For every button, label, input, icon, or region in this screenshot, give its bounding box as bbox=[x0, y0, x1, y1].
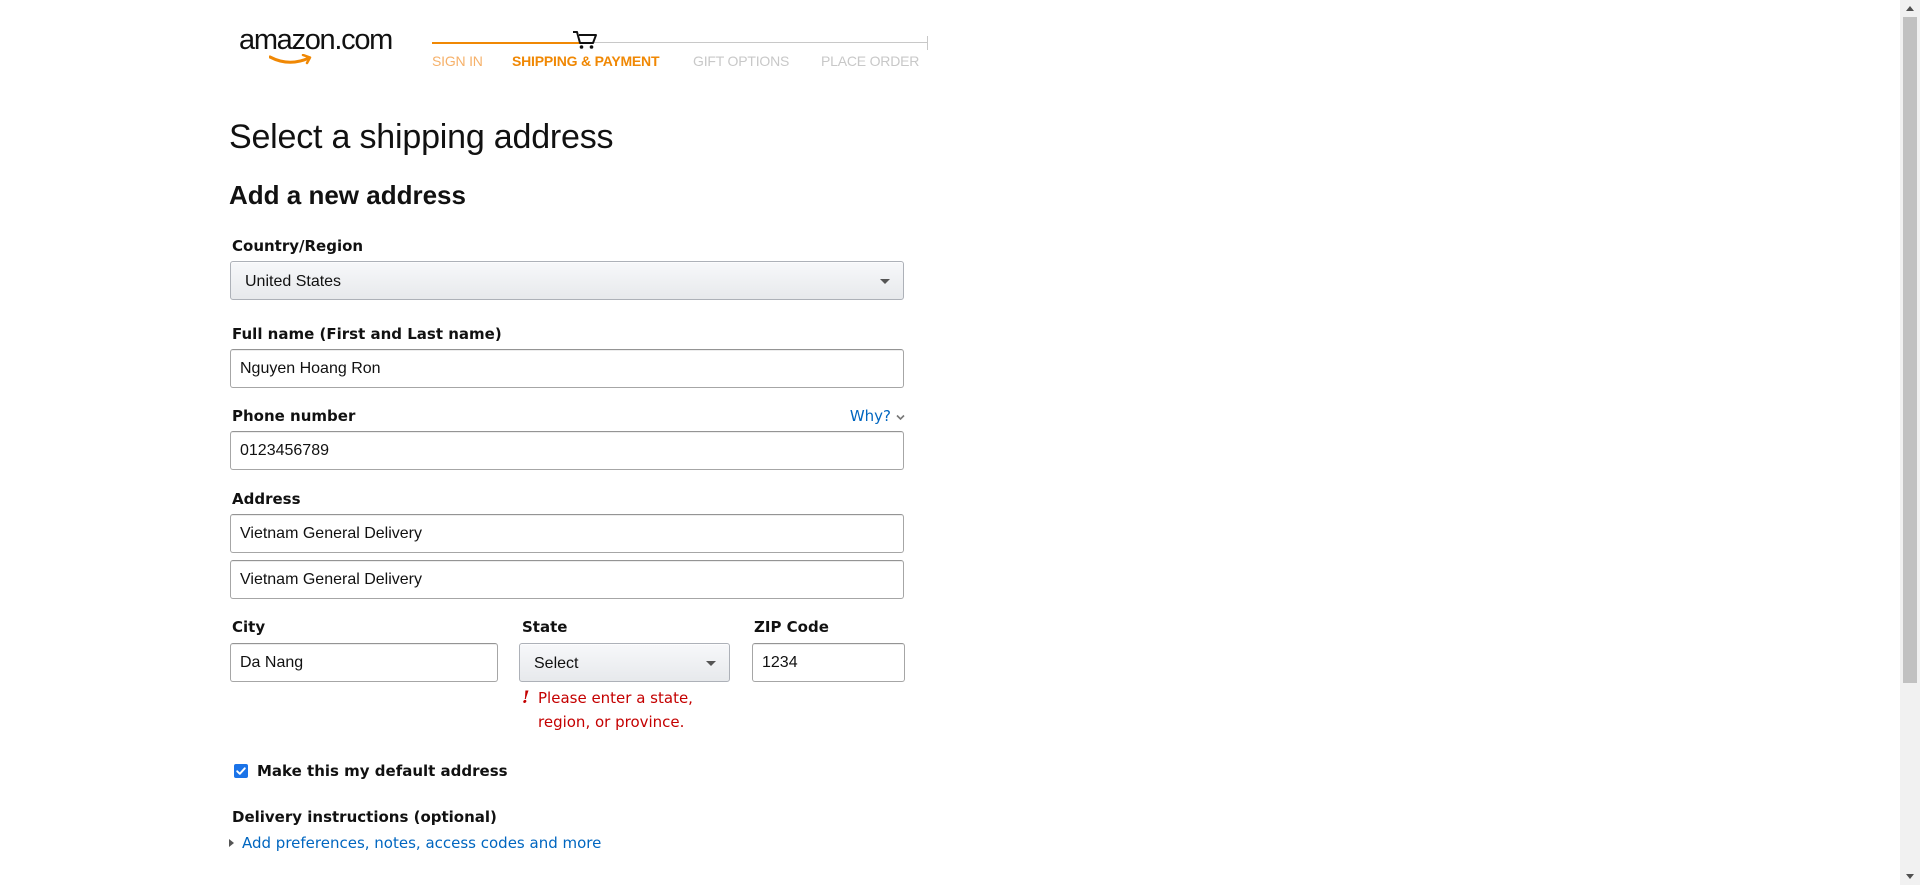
city-input[interactable] bbox=[230, 643, 498, 682]
country-label: Country/Region bbox=[232, 237, 364, 255]
scrollbar-thumb[interactable] bbox=[1903, 17, 1917, 683]
step-gift-options: GIFT OPTIONS bbox=[693, 53, 790, 69]
address-line1-input[interactable] bbox=[230, 514, 904, 553]
dropdown-caret-icon bbox=[880, 279, 890, 284]
address-line2-input[interactable] bbox=[230, 560, 904, 599]
checkmark-icon bbox=[236, 767, 246, 775]
progress-track-todo bbox=[582, 42, 927, 43]
country-select[interactable]: United States bbox=[230, 261, 904, 300]
progress-track-done bbox=[432, 42, 582, 44]
country-value: United States bbox=[245, 273, 342, 290]
chevron-down-icon bbox=[896, 414, 905, 421]
default-address-label[interactable]: Make this my default address bbox=[257, 762, 508, 780]
city-label: City bbox=[232, 618, 266, 636]
logo-text: amazon.com bbox=[239, 24, 393, 56]
step-sign-in: SIGN IN bbox=[432, 53, 483, 69]
phone-label: Phone number bbox=[232, 407, 356, 425]
amazon-logo[interactable]: amazon.com bbox=[239, 24, 409, 68]
step-shipping-payment: SHIPPING & PAYMENT bbox=[512, 53, 660, 69]
state-error-message: Please enter a state, region, or provinc… bbox=[538, 689, 693, 731]
dropdown-caret-icon bbox=[706, 661, 716, 666]
section-subtitle: Add a new address bbox=[229, 180, 466, 210]
error-icon: ! bbox=[522, 688, 530, 708]
address-label: Address bbox=[232, 490, 301, 508]
delivery-instructions-expander[interactable]: Add preferences, notes, access codes and… bbox=[229, 834, 601, 852]
delivery-instructions-link: Add preferences, notes, access codes and… bbox=[242, 834, 602, 852]
scroll-up-icon[interactable] bbox=[1906, 6, 1914, 11]
cart-icon bbox=[573, 31, 597, 49]
checkout-progress: SIGN IN SHIPPING & PAYMENT GIFT OPTIONS … bbox=[432, 28, 928, 74]
why-link-text: Why? bbox=[849, 407, 891, 425]
delivery-instructions-label: Delivery instructions (optional) bbox=[232, 808, 497, 826]
smile-arrow-icon bbox=[269, 54, 312, 65]
state-label: State bbox=[522, 618, 568, 636]
progress-track-end bbox=[927, 36, 928, 50]
phone-input[interactable] bbox=[230, 431, 904, 470]
full-name-input[interactable] bbox=[230, 349, 904, 388]
zip-label: ZIP Code bbox=[754, 618, 829, 636]
vertical-scrollbar[interactable] bbox=[1900, 0, 1920, 885]
step-place-order: PLACE ORDER bbox=[821, 53, 920, 69]
zip-input[interactable] bbox=[752, 643, 905, 682]
state-value: Select bbox=[534, 655, 579, 672]
full-name-label: Full name (First and Last name) bbox=[232, 325, 502, 343]
page-title: Select a shipping address bbox=[229, 118, 614, 156]
default-address-checkbox[interactable] bbox=[234, 764, 248, 778]
why-link[interactable]: Why? bbox=[850, 407, 905, 425]
scroll-down-icon[interactable] bbox=[1906, 874, 1914, 879]
expand-triangle-icon bbox=[229, 838, 234, 847]
state-select[interactable]: Select bbox=[519, 643, 730, 682]
